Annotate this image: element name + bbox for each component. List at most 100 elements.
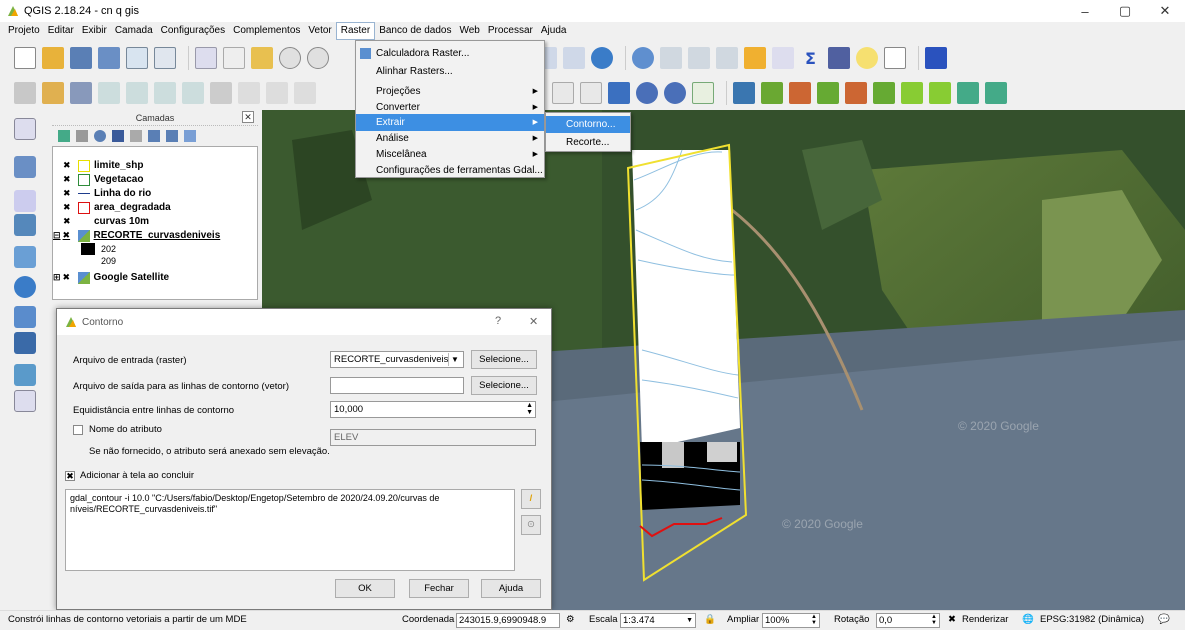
layer-vegetacao[interactable]: ✖ Vegetacao xyxy=(63,173,143,186)
ok-button[interactable]: OK xyxy=(335,579,395,598)
node-tool-icon[interactable] xyxy=(182,81,204,104)
menu-item-configuracoes-gdal[interactable]: Configurações de ferramentas Gdal... xyxy=(356,162,544,179)
layer-checkbox[interactable]: ✖ xyxy=(63,273,72,282)
attribute-table-icon[interactable] xyxy=(744,46,766,69)
menu-exibir[interactable]: Exibir xyxy=(78,23,111,39)
collapse-all-icon[interactable] xyxy=(166,130,178,142)
select-features-icon[interactable] xyxy=(660,46,682,69)
magnifier-plus-icon[interactable] xyxy=(664,81,686,104)
render-checkbox[interactable]: ✖ xyxy=(948,614,956,625)
menu-item-projecoes[interactable]: Projeções ▶ xyxy=(356,83,544,100)
minimize-button[interactable]: – xyxy=(1065,0,1105,22)
current-edits-icon[interactable] xyxy=(14,81,36,104)
lock-scale-icon[interactable]: 🔒 xyxy=(704,614,716,625)
visibility-eye-icon[interactable] xyxy=(94,130,106,142)
pan-to-selection-icon[interactable] xyxy=(251,46,273,69)
open-project-icon[interactable] xyxy=(42,46,64,69)
add-line-icon[interactable] xyxy=(154,81,176,104)
add-spatialite-icon[interactable] xyxy=(14,246,36,268)
toggle-editing-icon[interactable] xyxy=(42,81,64,104)
zoom-out-icon[interactable] xyxy=(307,46,329,69)
select-cursor-icon[interactable] xyxy=(195,46,217,69)
vertex-tool-3-icon[interactable] xyxy=(845,81,867,104)
plugin-d-icon[interactable] xyxy=(985,81,1007,104)
dialog-close-icon[interactable]: ✕ xyxy=(529,315,538,328)
menu-item-recorte[interactable]: Recorte... xyxy=(546,134,630,151)
menu-processar[interactable]: Processar xyxy=(484,23,537,39)
paste-features-icon[interactable] xyxy=(294,81,316,104)
stats-sum-icon[interactable]: Σ xyxy=(800,46,822,69)
deselect-icon[interactable] xyxy=(716,46,738,69)
expand-all-icon[interactable] xyxy=(148,130,160,142)
layer-checkbox[interactable]: ✖ xyxy=(63,231,72,240)
select-output-button[interactable]: Selecione... xyxy=(471,376,537,395)
dialog-help-icon[interactable]: ? xyxy=(495,315,501,327)
menu-vetor[interactable]: Vetor xyxy=(304,23,335,39)
print-composer-icon[interactable] xyxy=(126,46,148,69)
gdal-command-text[interactable]: gdal_contour -i 10.0 "C:/Users/fabio/Des… xyxy=(65,489,515,571)
messages-icon[interactable]: 💬 xyxy=(1158,614,1170,625)
layer-area-degradada[interactable]: ✖ area_degradada xyxy=(63,201,171,214)
layer-checkbox[interactable]: ✖ xyxy=(63,203,72,212)
select-input-button[interactable]: Selecione... xyxy=(471,350,537,369)
menu-item-analise[interactable]: Análise ▶ xyxy=(356,130,544,147)
plugin-c-icon[interactable] xyxy=(957,81,979,104)
zoom-in-icon[interactable] xyxy=(279,46,301,69)
grass-icon[interactable] xyxy=(761,81,783,104)
panel-close-icon[interactable]: ✕ xyxy=(242,111,254,123)
close-window-button[interactable]: ✕ xyxy=(1145,0,1185,22)
delete-selected-icon[interactable] xyxy=(210,81,232,104)
save-project-icon[interactable] xyxy=(70,46,92,69)
crs-globe-icon[interactable]: 🌐 xyxy=(1022,614,1034,625)
menu-projeto[interactable]: Projeto xyxy=(4,23,44,39)
show-bookmarks-icon[interactable] xyxy=(563,46,585,69)
menu-item-miscelanea[interactable]: Miscelânea ▶ xyxy=(356,146,544,163)
menu-configuracoes[interactable]: Configurações xyxy=(157,23,229,39)
menu-web[interactable]: Web xyxy=(455,23,483,39)
cut-features-icon[interactable] xyxy=(238,81,260,104)
expand-toggle-icon[interactable]: ⊞ xyxy=(53,272,61,283)
toggle-extents-icon[interactable]: ⚙ xyxy=(566,614,575,625)
add-wms-icon[interactable] xyxy=(14,276,36,298)
interval-spinbox[interactable]: 10,000 ▲ ▼ xyxy=(330,401,536,418)
identify-icon[interactable] xyxy=(632,46,654,69)
reset-command-button[interactable]: ⊙ xyxy=(521,515,541,535)
python-icon[interactable] xyxy=(733,81,755,104)
vertex-tool-4-icon[interactable] xyxy=(873,81,895,104)
new-project-icon[interactable] xyxy=(14,46,36,69)
menu-item-contorno[interactable]: Contorno... xyxy=(546,116,630,133)
add-virtual-layer-icon[interactable] xyxy=(14,390,36,412)
menu-camada[interactable]: Camada xyxy=(111,23,157,39)
layer-checkbox[interactable]: ✖ xyxy=(63,217,72,226)
pan-hand-icon[interactable] xyxy=(223,46,245,69)
attribute-name-checkbox[interactable] xyxy=(73,425,83,435)
close-button[interactable]: Fechar xyxy=(409,579,469,598)
add-postgis-icon[interactable] xyxy=(14,214,36,236)
crs-status[interactable]: EPSG:31982 (Dinâmica) xyxy=(1040,614,1144,625)
menu-item-calculadora-raster[interactable]: Calculadora Raster... xyxy=(356,45,544,62)
field-calculator-icon[interactable] xyxy=(772,46,794,69)
add-feature-icon[interactable] xyxy=(98,81,120,104)
label-tool-icon[interactable] xyxy=(552,81,574,104)
vertex-tool-2-icon[interactable] xyxy=(817,81,839,104)
label-pin-icon[interactable] xyxy=(580,81,602,104)
layer-curvas-10m[interactable]: ✖ curvas 10m xyxy=(63,215,149,228)
refresh-icon[interactable] xyxy=(591,46,613,69)
add-mssql-icon[interactable] xyxy=(14,364,36,386)
rotation-spinbox[interactable]: 0,0 ▲ ▼ xyxy=(876,613,940,628)
composer-manager-icon[interactable] xyxy=(154,46,176,69)
layer-limite-shp[interactable]: ✖ limite_shp xyxy=(63,159,143,172)
save-edits-icon[interactable] xyxy=(70,81,92,104)
menu-ajuda[interactable]: Ajuda xyxy=(537,23,571,39)
filter-icon[interactable] xyxy=(112,130,124,142)
add-group-icon[interactable] xyxy=(76,130,88,142)
menu-banco-de-dados[interactable]: Banco de dados xyxy=(375,23,455,39)
text-annotation-icon[interactable] xyxy=(884,46,906,69)
output-vector-field[interactable] xyxy=(330,377,464,394)
add-wcs-icon[interactable] xyxy=(14,332,36,354)
vertex-tool-icon[interactable] xyxy=(789,81,811,104)
add-delimited-text-icon[interactable] xyxy=(14,190,36,212)
add-to-canvas-checkbox[interactable]: ✖ xyxy=(65,471,75,481)
zoom-spinbox[interactable]: 100% ▲ ▼ xyxy=(762,613,820,628)
add-polygon-icon[interactable] xyxy=(126,81,148,104)
